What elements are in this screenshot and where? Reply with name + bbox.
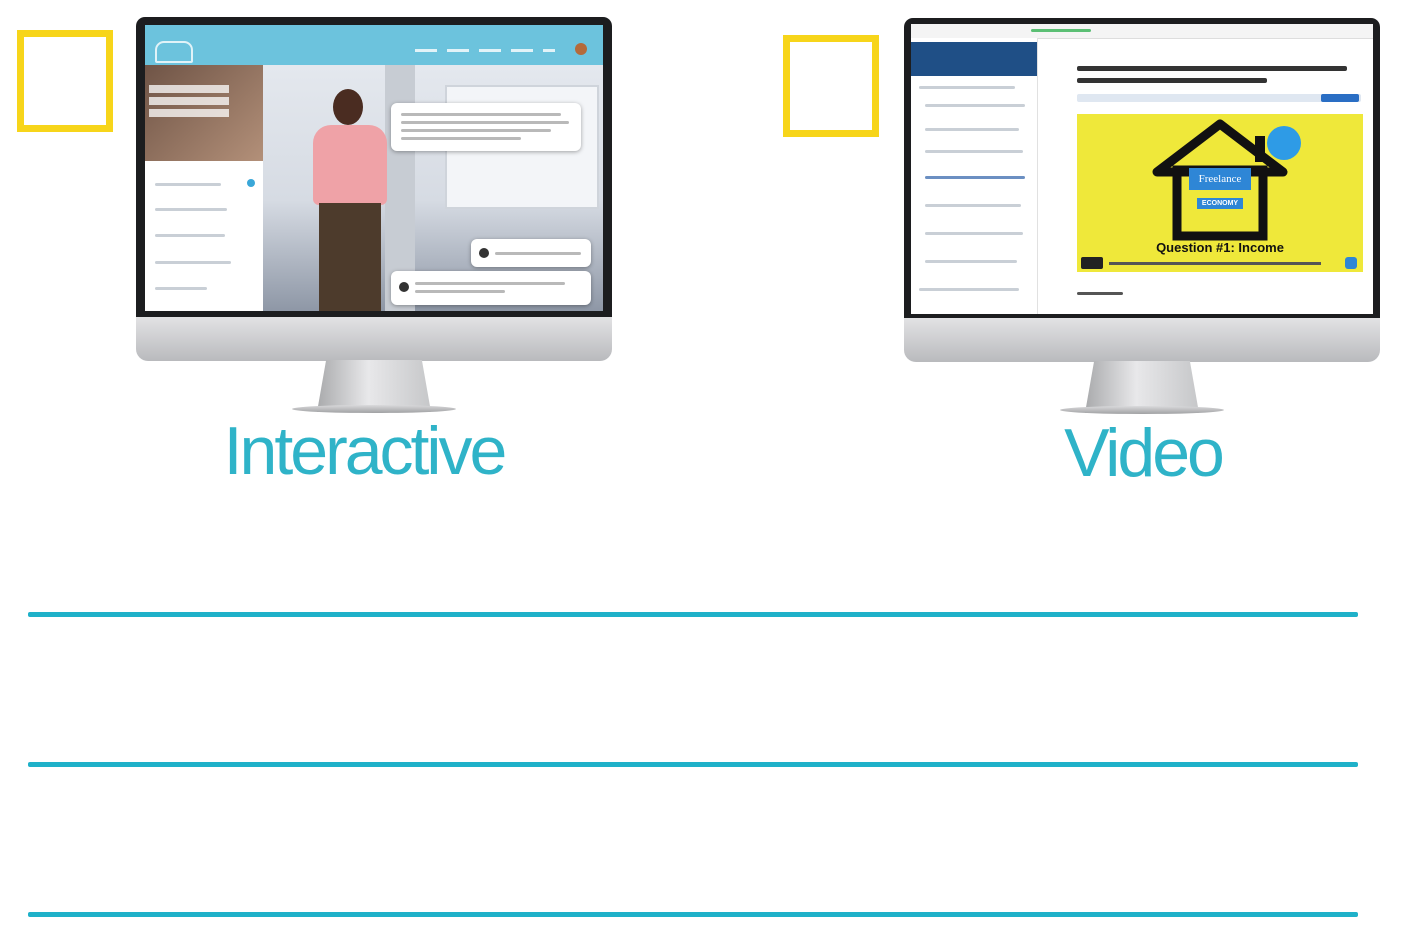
sidebar-hero-title [149, 85, 229, 119]
play-icon [1081, 257, 1103, 269]
video-caption: Question #1: Income [1156, 240, 1284, 255]
sidebar-active-lesson [911, 42, 1037, 76]
sidebar-row [925, 176, 1025, 179]
choice-dot-icon [479, 248, 489, 258]
bubble-text [401, 129, 551, 132]
video-player: Freelance ECONOMY Question #1: Income [1077, 114, 1363, 272]
sidebar-row [919, 288, 1019, 291]
monitor-chin [136, 317, 612, 361]
presenter-torso [313, 125, 387, 205]
sidebar-row [925, 232, 1023, 235]
presenter-head [333, 89, 363, 125]
answer-choice [471, 239, 591, 267]
logo-economy: ECONOMY [1197, 198, 1243, 209]
video-transcript-label [1077, 292, 1123, 295]
answer-choice [391, 271, 591, 305]
bubble-text [401, 121, 569, 124]
avatar-icon [575, 43, 587, 55]
video-monitor: Freelance ECONOMY Question #1: Income [904, 18, 1380, 414]
video-screenshot: Freelance ECONOMY Question #1: Income [911, 24, 1373, 314]
sidebar-row [925, 104, 1025, 107]
answer-line-2 [28, 762, 1358, 767]
lesson-title [1077, 78, 1267, 83]
choice-text [415, 290, 505, 293]
breadcrumb-bar [1077, 94, 1361, 102]
interactive-checkbox[interactable] [17, 30, 113, 132]
sidebar-progress-dot [247, 179, 255, 187]
mark-complete-button [1321, 94, 1359, 102]
sidebar-row [155, 208, 227, 211]
video-checkbox[interactable] [783, 35, 879, 137]
answer-line-3 [28, 912, 1358, 917]
lesson-title [1077, 66, 1347, 71]
sidebar-row [155, 261, 231, 264]
sidebar-row [155, 287, 207, 290]
interactive-label: Interactive [223, 413, 508, 489]
lesson-sidebar [911, 38, 1038, 314]
choice-text [495, 252, 581, 255]
nav-links [415, 49, 555, 52]
lms-topbar [911, 24, 1373, 39]
presenter-skirt [319, 203, 381, 311]
volume-icon [1345, 257, 1357, 269]
course-sidebar [145, 65, 263, 311]
answer-line-1 [28, 612, 1358, 617]
sidebar-row [925, 260, 1017, 263]
monitor-chin [904, 318, 1380, 362]
choice-dot-icon [399, 282, 409, 292]
sidebar-row [925, 150, 1023, 153]
interactive-monitor [136, 17, 612, 413]
bubble-text [401, 113, 561, 116]
sidebar-row [925, 204, 1021, 207]
dialogue-bubble [391, 103, 581, 151]
video-label: Video [1064, 415, 1225, 491]
sidebar-row [155, 183, 221, 186]
sidebar-row [919, 86, 1015, 89]
logo-freelance: Freelance [1189, 168, 1251, 190]
bubble-text [401, 137, 521, 140]
site-logo-icon [155, 41, 193, 63]
sidebar-row [925, 128, 1019, 131]
choice-text [415, 282, 565, 285]
topbar-progress [1031, 29, 1091, 32]
site-header [145, 25, 603, 65]
video-scrubber [1109, 262, 1321, 265]
sidebar-row [155, 234, 225, 237]
video-controls [1077, 254, 1363, 272]
monitor-foot [1060, 406, 1224, 414]
interactive-screenshot [145, 25, 603, 311]
